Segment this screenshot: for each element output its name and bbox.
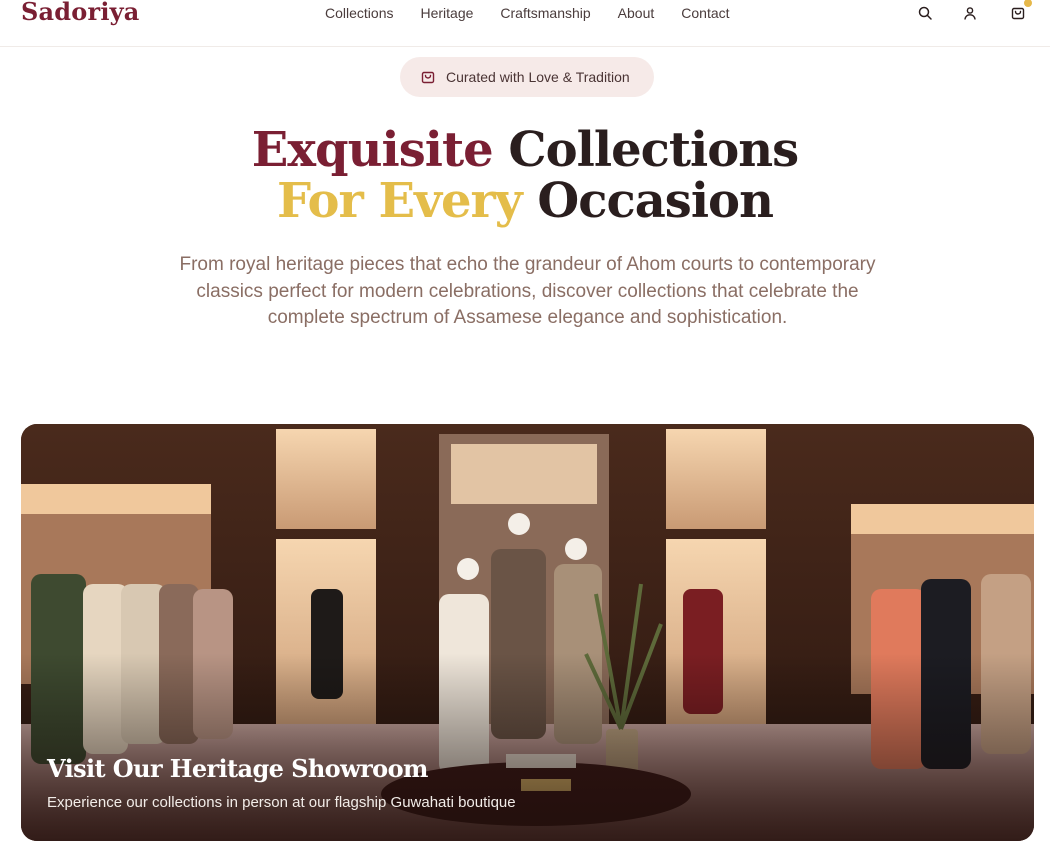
nav-collections[interactable]: Collections [325, 5, 393, 21]
user-icon[interactable] [962, 5, 978, 21]
headline-word-for-every: For Every [277, 173, 523, 229]
hero-description: From royal heritage pieces that echo the… [179, 254, 876, 328]
curated-badge: Curated with Love & Tradition [400, 57, 654, 97]
cart-count-badge [1024, 0, 1032, 7]
search-icon[interactable] [917, 5, 933, 21]
main-nav: Collections Heritage Craftsmanship About… [325, 5, 757, 21]
hero-headline-line-2: For Every Occasion [0, 175, 1050, 227]
shopping-bag-icon [420, 69, 436, 85]
headline-word-occasion: Occasion [537, 173, 774, 229]
showroom-subtitle: Experience our collections in person at … [47, 794, 516, 811]
nav-craftsmanship[interactable]: Craftsmanship [500, 5, 590, 21]
brand-logo[interactable]: Sadoriya [21, 0, 140, 26]
shopping-bag-icon[interactable] [1010, 0, 1032, 21]
site-header: Sadoriya Collections Heritage Craftsmans… [0, 0, 1050, 47]
showroom-title: Visit Our Heritage Showroom [47, 754, 428, 783]
nav-contact[interactable]: Contact [681, 5, 729, 21]
nav-heritage[interactable]: Heritage [420, 5, 473, 21]
showroom-banner[interactable]: Visit Our Heritage Showroom Experience o… [21, 424, 1034, 841]
headline-word-collections: Collections [508, 122, 799, 178]
badge-text: Curated with Love & Tradition [446, 69, 630, 85]
hero-headline-line-1: Exquisite Collections [0, 124, 1050, 176]
nav-about[interactable]: About [618, 5, 655, 21]
headline-word-exquisite: Exquisite [251, 122, 494, 178]
